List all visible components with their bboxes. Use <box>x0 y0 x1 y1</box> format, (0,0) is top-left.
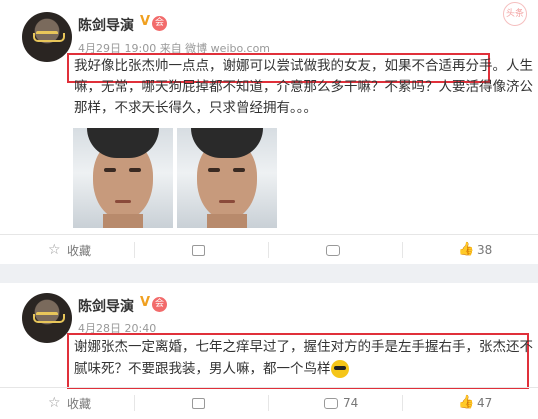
favorite-button[interactable]: ☆ 收藏 <box>48 235 91 265</box>
share-button[interactable] <box>192 388 210 418</box>
share-button[interactable] <box>192 235 210 265</box>
post-image[interactable] <box>73 128 173 228</box>
comment-button[interactable]: 74 <box>324 388 358 418</box>
comment-icon <box>324 397 338 409</box>
comment-count: 74 <box>343 396 359 410</box>
weibo-post-card: 陈剑导演 V 会 4月28日 20:40 谢娜张杰一定离婚，七年之痒早过了，握住… <box>0 283 538 419</box>
action-bar: ☆ 收藏 👍 38 <box>0 234 538 265</box>
member-badge-icon[interactable]: 会 <box>152 297 167 312</box>
author-avatar[interactable] <box>22 293 72 343</box>
like-icon: 👍 <box>458 395 475 410</box>
member-badge-icon[interactable]: 会 <box>152 16 167 31</box>
post-text-line: 腻味死？不要跟我装，男人嘛，都一个鸟样 <box>74 361 331 377</box>
like-button[interactable]: 👍 38 <box>458 235 492 265</box>
post-text-line: 那样，不求天长得久，只求曾经拥有。。。 <box>74 100 317 116</box>
verified-icon: V <box>140 14 151 29</box>
like-count: 38 <box>477 243 493 257</box>
like-count: 47 <box>477 396 493 410</box>
post-text-line: 谢娜张杰一定离婚，七年之痒早过了，握住对方的手是左手握右手，张杰还不 <box>74 339 533 355</box>
favorite-label: 收藏 <box>67 243 92 258</box>
comment-icon <box>326 244 340 256</box>
action-bar: ☆ 收藏 74 👍 47 <box>0 387 538 418</box>
author-avatar[interactable] <box>22 12 72 62</box>
post-image[interactable] <box>177 128 277 228</box>
verified-icon: V <box>140 295 151 310</box>
star-icon: ☆ <box>48 242 61 258</box>
author-name[interactable]: 陈剑导演 <box>78 296 134 316</box>
post-text-line: 我好像比张杰帅一点点，谢娜可以尝试做我的女友，如果不合适再分手。人生 <box>74 58 533 74</box>
post-text-line: 嘛，无常，哪天狗屁掉都不知道，介意那么多干嘛？不累吗？人要活得像济公 <box>74 79 533 95</box>
like-button[interactable]: 👍 47 <box>458 388 492 418</box>
like-icon: 👍 <box>458 242 475 257</box>
author-name[interactable]: 陈剑导演 <box>78 15 134 35</box>
favorite-label: 收藏 <box>67 396 92 411</box>
share-icon <box>192 244 205 256</box>
favorite-button[interactable]: ☆ 收藏 <box>48 388 91 418</box>
comment-button[interactable] <box>326 235 345 265</box>
star-icon: ☆ <box>48 395 61 411</box>
cool-emoji-icon <box>330 360 349 378</box>
weibo-post-card: 陈剑导演 V 会 4月29日 19:00 来自 微博 weibo.com 头条 … <box>0 0 538 264</box>
watermark-stamp: 头条 <box>503 2 527 26</box>
share-icon <box>192 397 205 409</box>
